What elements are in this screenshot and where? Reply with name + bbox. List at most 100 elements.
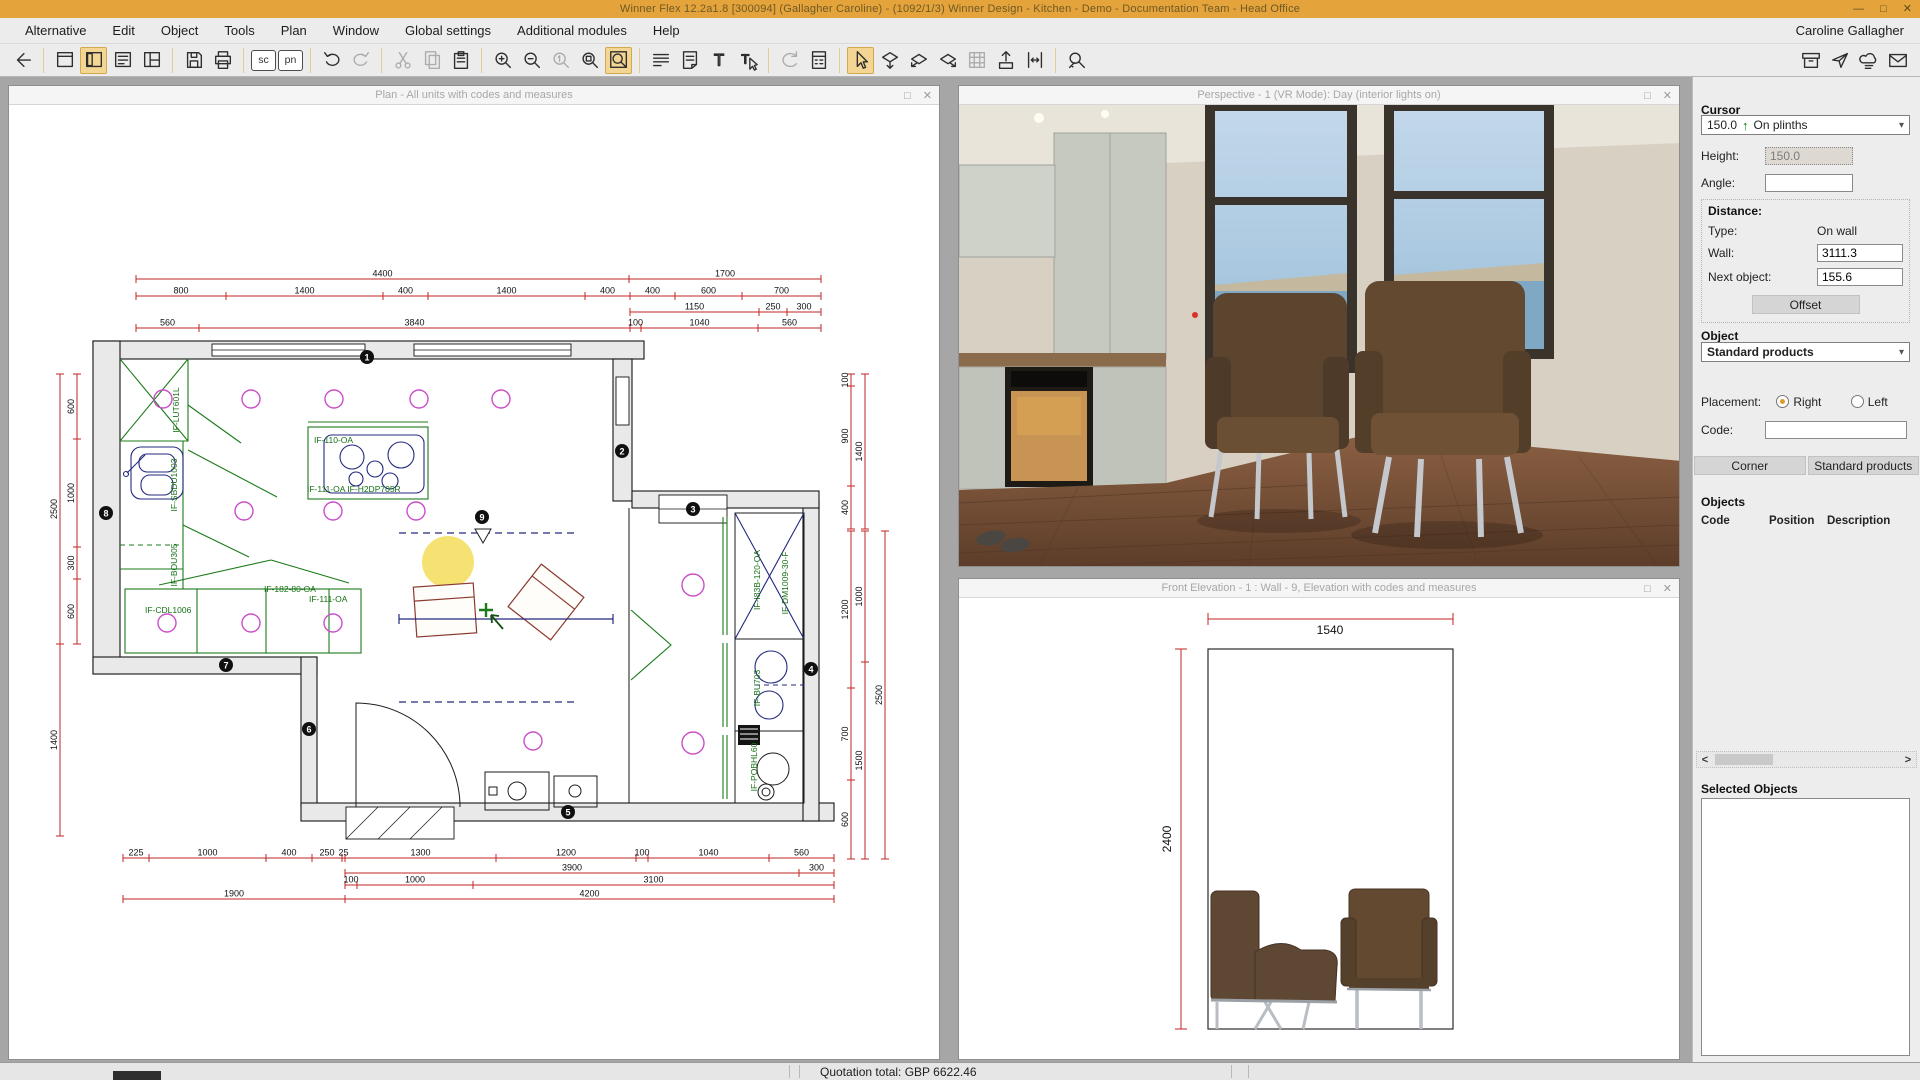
svg-text:600: 600	[66, 604, 76, 619]
object-type-select[interactable]: Standard products ▾	[1701, 342, 1910, 362]
menu-plan[interactable]: Plan	[268, 23, 320, 38]
menu-object[interactable]: Object	[148, 23, 212, 38]
corner-button[interactable]: Corner	[1694, 456, 1806, 475]
svg-text:2500: 2500	[874, 685, 884, 705]
quotation-total-label: Quotation total: GBP 6622.46	[820, 1065, 977, 1079]
chevron-down-icon: ▾	[1898, 119, 1904, 131]
dim-right-low-3: 2500	[874, 530, 889, 860]
objects-table-body[interactable]	[1701, 533, 1910, 745]
maximize-button[interactable]: □	[1880, 1, 1887, 17]
measure-icon	[1066, 49, 1088, 71]
pointer-button[interactable]	[847, 46, 874, 74]
code-field[interactable]	[1765, 421, 1907, 439]
perspective-scene	[959, 105, 1679, 566]
measure-button[interactable]	[1063, 47, 1090, 74]
print-button[interactable]	[209, 47, 236, 74]
view-text-button[interactable]	[647, 47, 674, 74]
menu-window[interactable]: Window	[320, 23, 392, 38]
scroll-right-icon[interactable]: >	[1900, 754, 1916, 766]
next-object-label: Next object:	[1708, 270, 1772, 284]
minimize-button[interactable]: —	[1853, 1, 1864, 17]
sc-button[interactable]: sc	[251, 49, 276, 71]
cursor-mode-select[interactable]: 150.0 ↑ On plinths ▾	[1701, 115, 1910, 135]
scrollbar-thumb[interactable]	[1715, 754, 1773, 765]
svg-text:1040: 1040	[698, 848, 718, 858]
objects-h-scrollbar[interactable]: < >	[1696, 751, 1917, 768]
cloud-print-button[interactable]	[1855, 47, 1882, 74]
lift-object-button[interactable]	[992, 47, 1019, 74]
toolbar: sc pn	[0, 44, 1920, 77]
svg-text:IF-SBDU1003: IF-SBDU1003	[169, 458, 179, 511]
refresh-button	[776, 47, 803, 74]
properties-sidebar: Cursor 150.0 ↑ On plinths ▾ Height: Angl…	[1692, 77, 1920, 1062]
move-object-button[interactable]	[876, 47, 903, 74]
angle-field[interactable]	[1765, 174, 1853, 192]
zoom-window-button[interactable]	[576, 47, 603, 74]
calculate-button[interactable]	[805, 47, 832, 74]
zoom-in-button[interactable]	[489, 47, 516, 74]
text-button[interactable]	[705, 47, 732, 74]
stand-products-button[interactable]: Standard products	[1807, 456, 1919, 475]
send-button[interactable]	[1826, 47, 1853, 74]
offset-button[interactable]: Offset	[1751, 295, 1860, 314]
next-object-field[interactable]	[1817, 268, 1903, 286]
toolbar-separator	[310, 47, 311, 73]
floppy-icon	[183, 49, 205, 71]
menubar: Alternative Edit Object Tools Plan Window Glob…	[0, 18, 1920, 44]
grid-icon	[966, 49, 988, 71]
paste-button[interactable]	[447, 47, 474, 74]
rotate-object-button[interactable]	[905, 47, 932, 74]
zoom-all-button[interactable]	[605, 46, 632, 74]
save-button[interactable]	[180, 47, 207, 74]
perspective-close-icon[interactable]: ✕	[1663, 89, 1672, 102]
push-object-button[interactable]	[934, 47, 961, 74]
wall-distance-field[interactable]	[1817, 244, 1903, 262]
code-label: Code:	[1701, 423, 1734, 437]
elevation-window-button[interactable]	[138, 47, 165, 74]
elevation-canvas[interactable]: 1540 2400	[959, 598, 1679, 1059]
menu-global-settings[interactable]: Global settings	[392, 23, 504, 38]
close-button[interactable]: ✕	[1903, 1, 1912, 17]
dim-bottom-3: 100 1000 3100	[343, 875, 835, 889]
svg-text:560: 560	[794, 848, 809, 858]
menu-alternative[interactable]: Alternative	[12, 23, 99, 38]
winner-flex-app: { "window": { "title": "Winner Flex 12.2…	[0, 0, 1920, 1080]
menu-edit[interactable]: Edit	[99, 23, 147, 38]
placement-right-label: Right	[1793, 395, 1822, 409]
elevation-panel-titlebar[interactable]: Front Elevation - 1 : Wall - 9, Elevatio…	[959, 579, 1679, 598]
spread-objects-button[interactable]	[1021, 47, 1048, 74]
plan-maximize-icon[interactable]: □	[904, 90, 911, 102]
taskbar-fragment	[113, 1071, 161, 1080]
placement-left-radio[interactable]: Left	[1850, 395, 1888, 409]
plan-close-icon[interactable]: ✕	[923, 89, 932, 102]
mail-button[interactable]	[1884, 47, 1911, 74]
undo-button[interactable]	[318, 47, 345, 74]
menu-help[interactable]: Help	[640, 23, 693, 38]
plan-canvas[interactable]: 4400 1700 800 1400 400 1400 400 400 600 700 1150 25…	[9, 105, 939, 1059]
distance-label: Distance:	[1708, 204, 1763, 218]
svg-text:900: 900	[840, 428, 850, 443]
select-text-button[interactable]	[734, 47, 761, 74]
elevation-maximize-icon[interactable]: □	[1644, 583, 1651, 595]
perspective-panel-titlebar[interactable]: Perspective - 1 (VR Mode): Day (interior…	[959, 86, 1679, 105]
svg-text:600: 600	[840, 812, 850, 827]
perspective-maximize-icon[interactable]: □	[1644, 90, 1651, 102]
perspective-render[interactable]	[959, 105, 1679, 566]
elevation-close-icon[interactable]: ✕	[1663, 582, 1672, 595]
height-field	[1765, 147, 1853, 165]
unit-list-button[interactable]	[109, 47, 136, 74]
pn-button[interactable]: pn	[278, 49, 303, 71]
item-catalog-button[interactable]	[80, 46, 107, 74]
placement-right-radio[interactable]: Right	[1776, 395, 1821, 409]
note-button[interactable]	[676, 47, 703, 74]
menu-tools[interactable]: Tools	[211, 23, 267, 38]
plan-panel-titlebar[interactable]: Plan - All units with codes and measures…	[9, 86, 939, 105]
menu-additional-modules[interactable]: Additional modules	[504, 23, 640, 38]
archive-button[interactable]	[1797, 47, 1824, 74]
scroll-left-icon[interactable]: <	[1697, 754, 1713, 766]
selected-objects-box[interactable]	[1701, 798, 1910, 1056]
zoom-out-button[interactable]	[518, 47, 545, 74]
svg-text:400: 400	[398, 286, 413, 296]
back-button[interactable]	[9, 47, 36, 74]
plan-window-button[interactable]	[51, 47, 78, 74]
